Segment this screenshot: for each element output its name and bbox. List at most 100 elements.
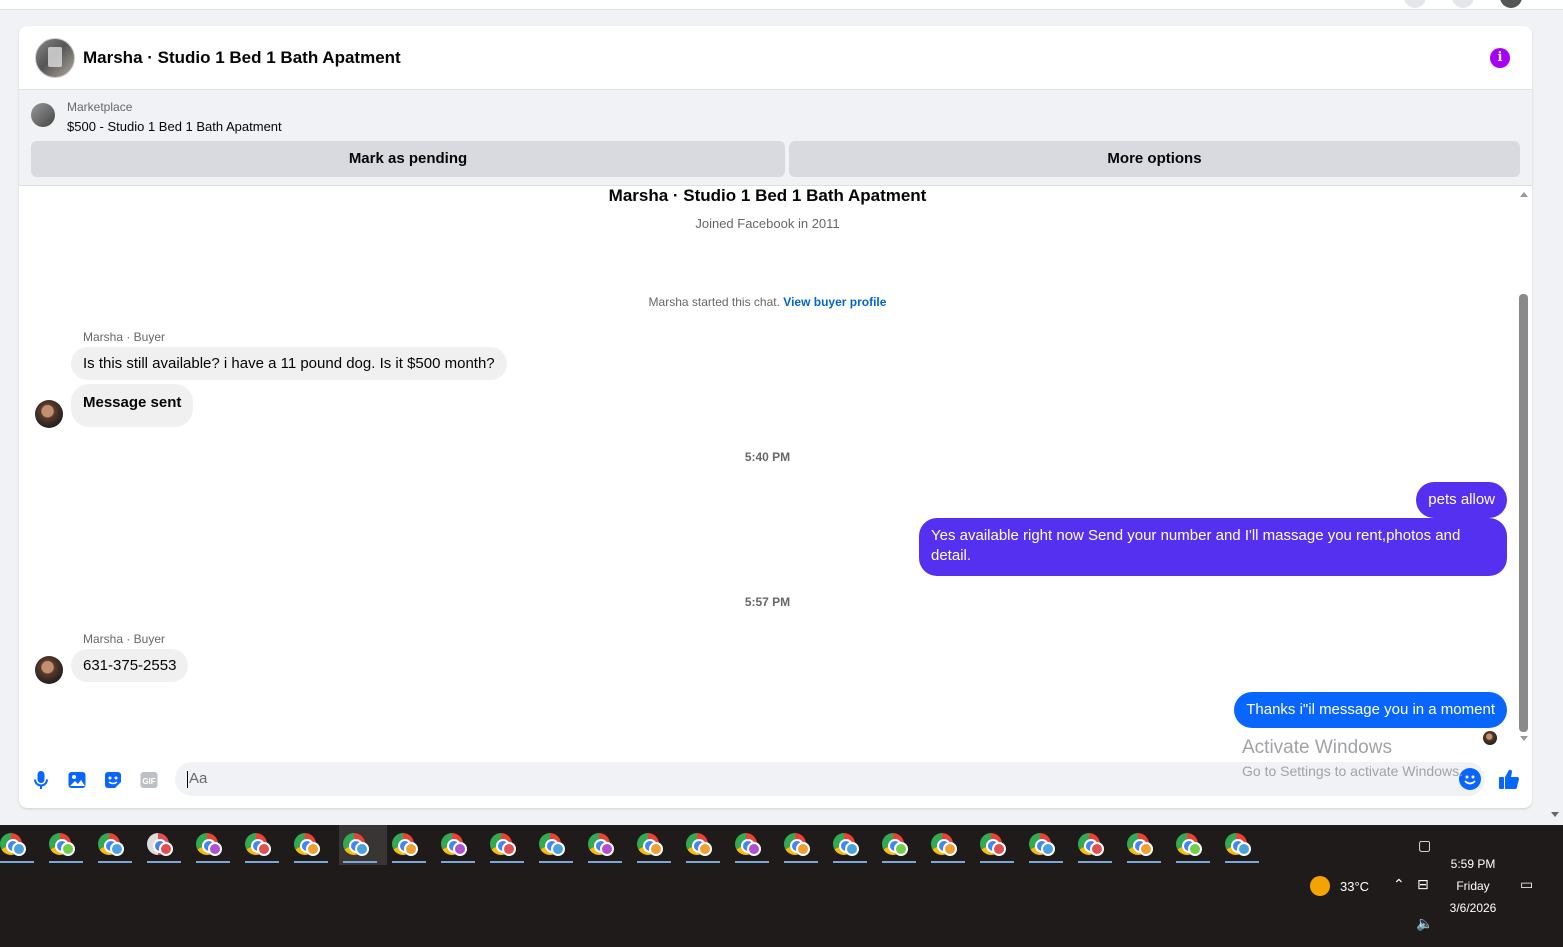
top-avatar[interactable] [1500,0,1522,8]
running-indicator [1029,861,1063,863]
chat-started-text: Marsha started this chat. [648,295,780,309]
info-icon[interactable]: i [1490,48,1510,68]
running-indicator [1176,861,1210,863]
outgoing-message[interactable]: Yes available right now Send your number… [919,518,1507,576]
running-indicator [98,861,132,863]
weather-temperature[interactable]: 33°C [1340,879,1369,894]
running-indicator [294,861,328,863]
clock-date[interactable]: 3/6/2026 [1440,901,1506,915]
incoming-message[interactable]: Message sent [71,384,194,427]
message-list: Marsha · Studio 1 Bed 1 Bath Apatment Jo… [19,186,1532,756]
microphone-icon[interactable] [31,770,51,790]
taskbar-app-button[interactable] [731,825,779,865]
profile-badge-icon [747,842,761,856]
taskbar-app-button[interactable] [94,825,142,865]
taskbar-app-button[interactable] [633,825,681,865]
profile-badge-icon [453,842,467,856]
taskbar-app-button[interactable] [584,825,632,865]
watermark-title: Activate Windows [1242,737,1392,758]
page-scrollbar[interactable] [1547,10,1563,825]
taskbar-app-button[interactable] [339,825,387,865]
taskbar-app-button[interactable] [486,825,534,865]
profile-badge-icon [1041,842,1055,856]
top-icon[interactable] [1404,0,1426,8]
scrollbar-thumb[interactable] [1519,294,1528,732]
mark-as-pending-button[interactable]: Mark as pending [31,141,785,177]
profile-badge-icon [1188,842,1202,856]
running-indicator [49,861,83,863]
page-scroll-down-arrow[interactable] [1551,812,1559,817]
taskbar-app-button[interactable] [0,825,44,865]
taskbar-app-button[interactable] [829,825,877,865]
profile-badge-icon [12,842,26,856]
taskbar-app-button[interactable] [780,825,828,865]
taskbar-app-button[interactable] [1221,825,1269,865]
incoming-message[interactable]: Is this still available? i have a 11 pou… [71,347,507,380]
chat-title[interactable]: Marsha · Studio 1 Bed 1 Bath Apatment [83,48,401,68]
message-input-placeholder: Aa [189,770,208,787]
profile-badge-icon [698,842,712,856]
notifications-icon[interactable]: ▭ [1520,876,1533,893]
listing-avatar[interactable] [35,38,75,78]
gif-icon[interactable]: GIF [139,770,159,790]
taskbar-app-button[interactable] [1074,825,1122,865]
weather-icon[interactable] [1310,876,1330,896]
sender-label: Marsha · Buyer [83,632,166,646]
thumbs-up-icon[interactable] [1497,767,1521,791]
scroll-up-arrow[interactable] [1520,192,1528,197]
profile-name: Marsha · Studio 1 Bed 1 Bath Apatment [608,186,927,205]
taskbar-app-button[interactable] [535,825,583,865]
marketplace-label: Marketplace [67,100,133,114]
profile-badge-icon [159,842,173,856]
volume-icon[interactable]: 🔈 [1416,915,1433,932]
chevron-up-icon[interactable]: ⌃ [1393,876,1405,893]
incoming-message[interactable]: 631-375-2553 [71,649,189,682]
outgoing-message[interactable]: Thanks i"il message you in a moment [1234,692,1507,728]
taskbar-app-button[interactable] [388,825,436,865]
taskbar-app-button[interactable] [437,825,485,865]
taskbar-app-button[interactable] [192,825,240,865]
running-indicator [980,861,1014,863]
taskbar-app-button[interactable] [143,825,191,865]
profile-badge-icon [649,842,663,856]
view-buyer-profile-link[interactable]: View buyer profile [783,295,886,309]
taskbar-app-button[interactable] [241,825,289,865]
network-icon[interactable]: ⊟ [1417,876,1429,893]
listing-thumbnail[interactable] [31,103,55,127]
clock-time[interactable]: 5:59 PM [1440,857,1506,871]
running-indicator [245,861,279,863]
more-options-button[interactable]: More options [789,141,1520,177]
top-icon[interactable] [1452,0,1474,8]
taskbar-app-button[interactable] [1123,825,1171,865]
profile-badge-icon [355,842,369,856]
taskbar-app-button[interactable] [1172,825,1220,865]
buyer-avatar[interactable] [35,656,63,684]
scroll-down-arrow[interactable] [1520,736,1528,741]
running-indicator [1127,861,1161,863]
listing-title[interactable]: $500 - Studio 1 Bed 1 Bath Apatment [67,119,282,134]
running-indicator [931,861,965,863]
running-indicator [686,861,720,863]
taskbar-app-button[interactable] [1025,825,1073,865]
scrollbar[interactable] [1516,186,1532,756]
seen-avatar [1483,731,1497,745]
meet-now-icon[interactable]: ▢ [1418,837,1431,854]
outgoing-message[interactable]: pets allow [1416,482,1507,518]
sticker-icon[interactable] [103,770,123,790]
taskbar-app-button[interactable] [682,825,730,865]
profile-badge-icon [796,842,810,856]
buyer-avatar[interactable] [35,400,63,428]
profile-badge-icon [61,842,75,856]
profile-badge-icon [208,842,222,856]
taskbar-app-button[interactable] [878,825,926,865]
taskbar-app-button[interactable] [927,825,975,865]
profile-badge-icon [551,842,565,856]
clock-day[interactable]: Friday [1440,879,1506,893]
profile-badge-icon [894,842,908,856]
taskbar-app-button[interactable] [976,825,1024,865]
running-indicator [882,861,916,863]
taskbar-app-button[interactable] [290,825,338,865]
photo-icon[interactable] [67,770,87,790]
running-indicator [784,861,818,863]
taskbar-app-button[interactable] [45,825,93,865]
